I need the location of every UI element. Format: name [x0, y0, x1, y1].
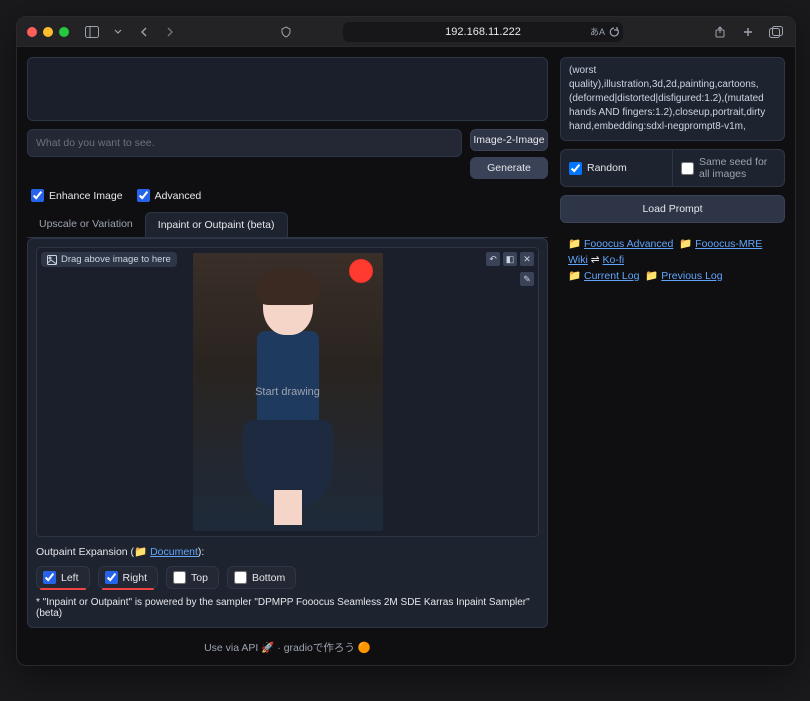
footer: Use via API 🚀 · gradioで作ろう 🟠 — [27, 636, 548, 657]
folder-icon: 📁 — [645, 270, 658, 282]
fooocus-advanced-link[interactable]: Fooocus Advanced — [584, 238, 673, 250]
options-row: Enhance Image Advanced — [27, 187, 548, 204]
direction-right[interactable]: Right — [98, 566, 159, 589]
share-icon[interactable] — [711, 23, 729, 41]
sidebar-icon[interactable] — [83, 23, 101, 41]
browser-window: 192.168.11.222 あA What do you want to s — [16, 16, 796, 666]
current-log-link[interactable]: Current Log — [584, 270, 639, 282]
kofi-link[interactable]: Ko-fi — [602, 254, 624, 266]
drag-hint: Drag above image to here — [41, 252, 177, 267]
forward-icon[interactable] — [161, 23, 179, 41]
folder-icon: 📁 — [568, 238, 581, 250]
app-content: What do you want to see. Image-2-Image G… — [17, 47, 795, 665]
negative-prompt-text: (worst quality),illustration,3d,2d,paint… — [569, 65, 765, 132]
tabs: Upscale or Variation Inpaint or Outpaint… — [27, 212, 548, 238]
url-text: 192.168.11.222 — [445, 26, 521, 38]
load-prompt-button[interactable]: Load Prompt — [560, 195, 785, 223]
image-2-image-button[interactable]: Image-2-Image — [470, 129, 548, 151]
advanced-checkbox[interactable]: Advanced — [137, 189, 202, 202]
folder-icon: 📁 — [679, 238, 692, 250]
enhance-image-checkbox[interactable]: Enhance Image — [31, 189, 123, 202]
prompt-placeholder: What do you want to see. — [36, 137, 154, 149]
image-icon — [47, 255, 57, 265]
erase-icon[interactable]: ◧ — [503, 252, 517, 266]
random-checkbox[interactable]: Random — [561, 150, 672, 186]
folder-icon: 📁 — [568, 270, 581, 282]
canvas-image[interactable]: Start drawing — [193, 253, 383, 531]
url-bar[interactable]: 192.168.11.222 あA — [343, 22, 623, 42]
maximize-window-icon[interactable] — [59, 27, 69, 37]
gradio-link[interactable]: gradioで作ろう — [284, 642, 355, 654]
sidebar: (worst quality),illustration,3d,2d,paint… — [560, 57, 785, 657]
tab-inpaint[interactable]: Inpaint or Outpaint (beta) — [145, 212, 288, 237]
close-window-icon[interactable] — [27, 27, 37, 37]
negative-prompt-panel[interactable]: (worst quality),illustration,3d,2d,paint… — [560, 57, 785, 141]
tabs-container: Upscale or Variation Inpaint or Outpaint… — [27, 212, 548, 628]
previous-log-link[interactable]: Previous Log — [661, 270, 722, 282]
direction-top[interactable]: Top — [166, 566, 219, 589]
direction-bottom[interactable]: Bottom — [227, 566, 296, 589]
direction-left[interactable]: Left — [36, 566, 90, 589]
person-figure — [238, 275, 338, 525]
output-image-area — [27, 57, 548, 121]
seed-options-panel: Random Same seed for all images — [560, 149, 785, 187]
rocket-icon: 🚀 — [261, 642, 277, 654]
document-link[interactable]: Document — [150, 546, 198, 558]
sampler-note: * "Inpaint or Outpaint" is powered by th… — [36, 597, 539, 619]
gradio-icon: 🟠 — [358, 642, 371, 654]
lantern-decoration — [349, 259, 373, 283]
outpaint-expansion-label: Outpaint Expansion (📁 Document): — [36, 545, 539, 558]
inpaint-panel: Drag above image to here ↶ ◧ ✕ ✎ — [27, 238, 548, 628]
generate-button[interactable]: Generate — [470, 157, 548, 179]
start-drawing-label: Start drawing — [255, 386, 320, 398]
left-column: What do you want to see. Image-2-Image G… — [27, 57, 548, 657]
prompt-row: What do you want to see. Image-2-Image G… — [27, 129, 548, 179]
tabs-icon[interactable] — [767, 23, 785, 41]
chevron-down-icon[interactable] — [109, 23, 127, 41]
minimize-window-icon[interactable] — [43, 27, 53, 37]
api-link[interactable]: Use via API — [204, 642, 258, 654]
tab-upscale[interactable]: Upscale or Variation — [27, 212, 145, 237]
same-seed-checkbox[interactable]: Same seed for all images — [672, 150, 784, 186]
canvas-area[interactable]: Drag above image to here ↶ ◧ ✕ ✎ — [36, 247, 539, 537]
reader-mode-badge[interactable]: あA — [590, 25, 619, 38]
undo-icon[interactable]: ↶ — [486, 252, 500, 266]
prompt-input[interactable]: What do you want to see. — [27, 129, 462, 157]
links-panel: 📁 Fooocus Advanced 📁 Fooocus-MRE Wiki ⇌ … — [560, 231, 785, 290]
direction-row: Left Right Top Bottom — [36, 566, 539, 589]
back-icon[interactable] — [135, 23, 153, 41]
traffic-lights — [27, 27, 69, 37]
folder-icon: 📁 — [134, 546, 147, 558]
titlebar: 192.168.11.222 あA — [17, 17, 795, 47]
new-tab-icon[interactable] — [739, 23, 757, 41]
edit-icon[interactable]: ✎ — [520, 272, 534, 286]
close-icon[interactable]: ✕ — [520, 252, 534, 266]
shield-icon[interactable] — [277, 23, 295, 41]
